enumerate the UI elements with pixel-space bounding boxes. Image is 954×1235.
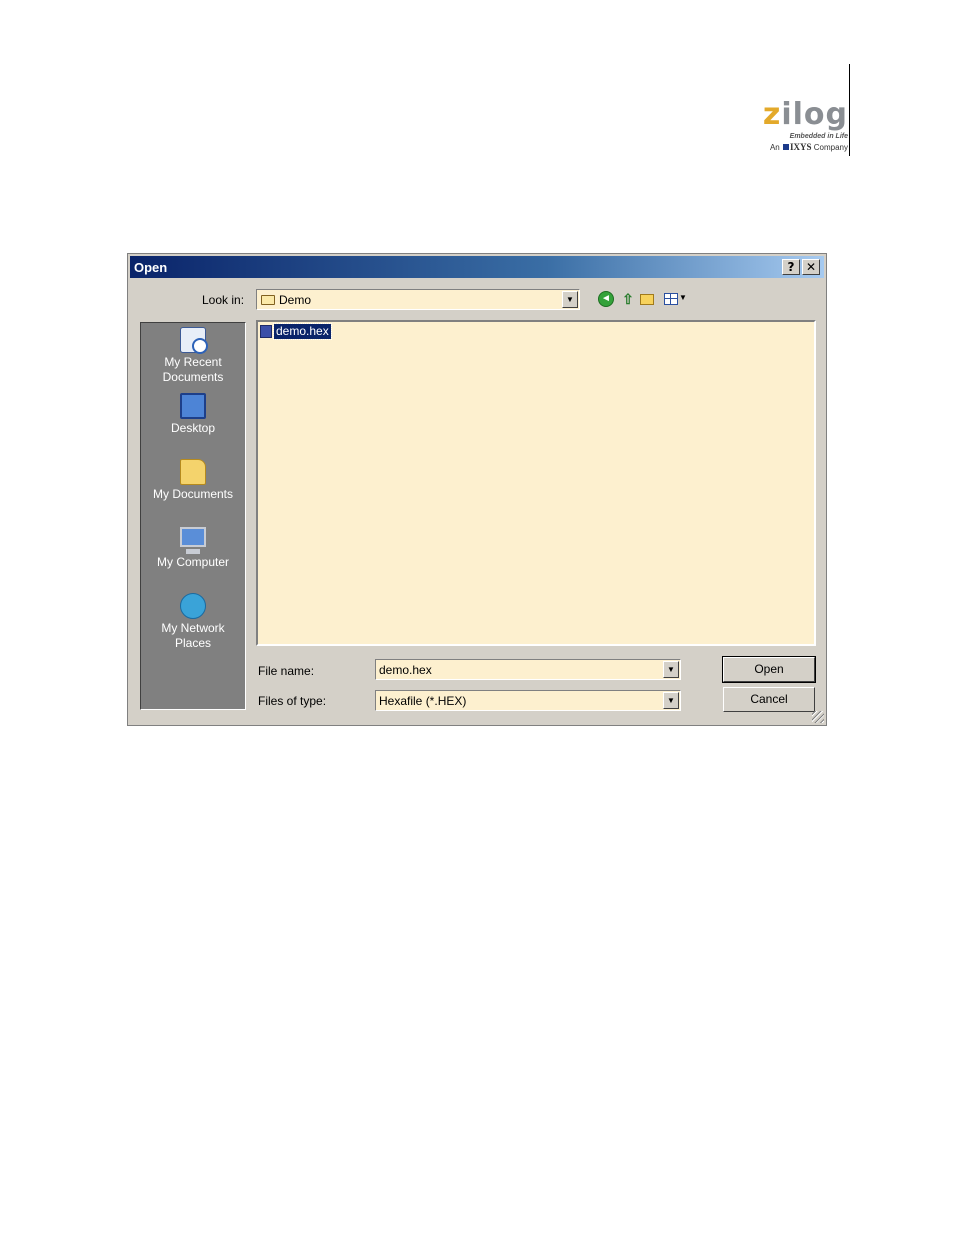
open-dialog: Open ? ✕ Look in: Demo ▼ ◄ ⇧ ▼ My Recent… — [127, 253, 827, 726]
file-name: demo.hex — [273, 323, 332, 340]
look-in-label: Look in: — [202, 293, 245, 307]
zilog-logo: zilog Embedded in Life An IXYS Company — [756, 100, 848, 153]
place-label: Desktop — [170, 421, 216, 435]
place-my-computer[interactable]: My Computer — [141, 527, 245, 570]
folder-icon — [261, 295, 275, 305]
place-desktop[interactable]: Desktop — [141, 393, 245, 436]
file-name-value: demo.hex — [379, 663, 432, 677]
header-rule — [849, 64, 850, 156]
file-type-select[interactable]: Hexafile (*.HEX) ▼ — [375, 690, 681, 711]
logo-tagline: Embedded in Life — [789, 133, 848, 140]
chevron-down-icon[interactable]: ▼ — [663, 692, 679, 709]
place-my-network-places[interactable]: My Network Places — [141, 593, 245, 651]
place-label: My Documents — [152, 487, 234, 501]
file-list[interactable]: demo.hex — [256, 320, 816, 646]
cancel-button[interactable]: Cancel — [723, 687, 815, 712]
my-documents-icon — [180, 459, 206, 485]
logo-company-prefix: An — [769, 143, 780, 152]
close-button[interactable]: ✕ — [802, 259, 820, 275]
logo-wordmark: zilog — [756, 100, 848, 130]
recent-documents-icon — [180, 327, 208, 354]
place-label: My Computer — [156, 555, 230, 569]
desktop-icon — [180, 393, 206, 419]
place-label: My Network Places — [161, 621, 225, 650]
place-label: My Recent Documents — [162, 355, 224, 384]
help-button[interactable]: ? — [782, 259, 800, 275]
back-icon[interactable]: ◄ — [598, 291, 614, 307]
my-network-places-icon — [180, 593, 206, 619]
title-bar[interactable]: Open ? ✕ — [130, 256, 824, 278]
dialog-title: Open — [134, 260, 168, 275]
logo-company-suffix: Company — [813, 143, 848, 152]
file-name-field[interactable]: demo.hex ▼ — [375, 659, 681, 680]
resize-grip-icon[interactable] — [812, 711, 824, 723]
logo-company-name: IXYS — [790, 142, 812, 152]
my-computer-icon — [180, 527, 206, 554]
file-name-label: File name: — [258, 664, 315, 678]
up-folder-icon[interactable]: ⇧ — [620, 291, 636, 307]
logo-wordmark-z: z — [762, 97, 782, 132]
logo-company: An IXYS Company — [756, 142, 848, 152]
look-in-dropdown[interactable]: Demo ▼ — [256, 289, 580, 310]
ixys-square-icon — [783, 144, 789, 150]
logo-wordmark-rest: ilog — [781, 97, 848, 132]
open-button[interactable]: Open — [722, 656, 816, 683]
hex-file-icon — [260, 325, 272, 338]
file-type-label: Files of type: — [258, 694, 327, 708]
new-folder-icon[interactable] — [640, 294, 654, 305]
views-icon[interactable] — [664, 293, 678, 305]
views-chevron-down-icon[interactable]: ▼ — [679, 292, 689, 308]
file-type-value: Hexafile (*.HEX) — [379, 694, 467, 708]
look-in-value: Demo — [279, 293, 312, 307]
places-bar: My Recent Documents Desktop My Documents… — [140, 322, 246, 710]
chevron-down-icon[interactable]: ▼ — [663, 661, 679, 678]
place-my-recent-documents[interactable]: My Recent Documents — [141, 327, 245, 385]
chevron-down-icon[interactable]: ▼ — [562, 291, 578, 308]
place-my-documents[interactable]: My Documents — [141, 459, 245, 502]
